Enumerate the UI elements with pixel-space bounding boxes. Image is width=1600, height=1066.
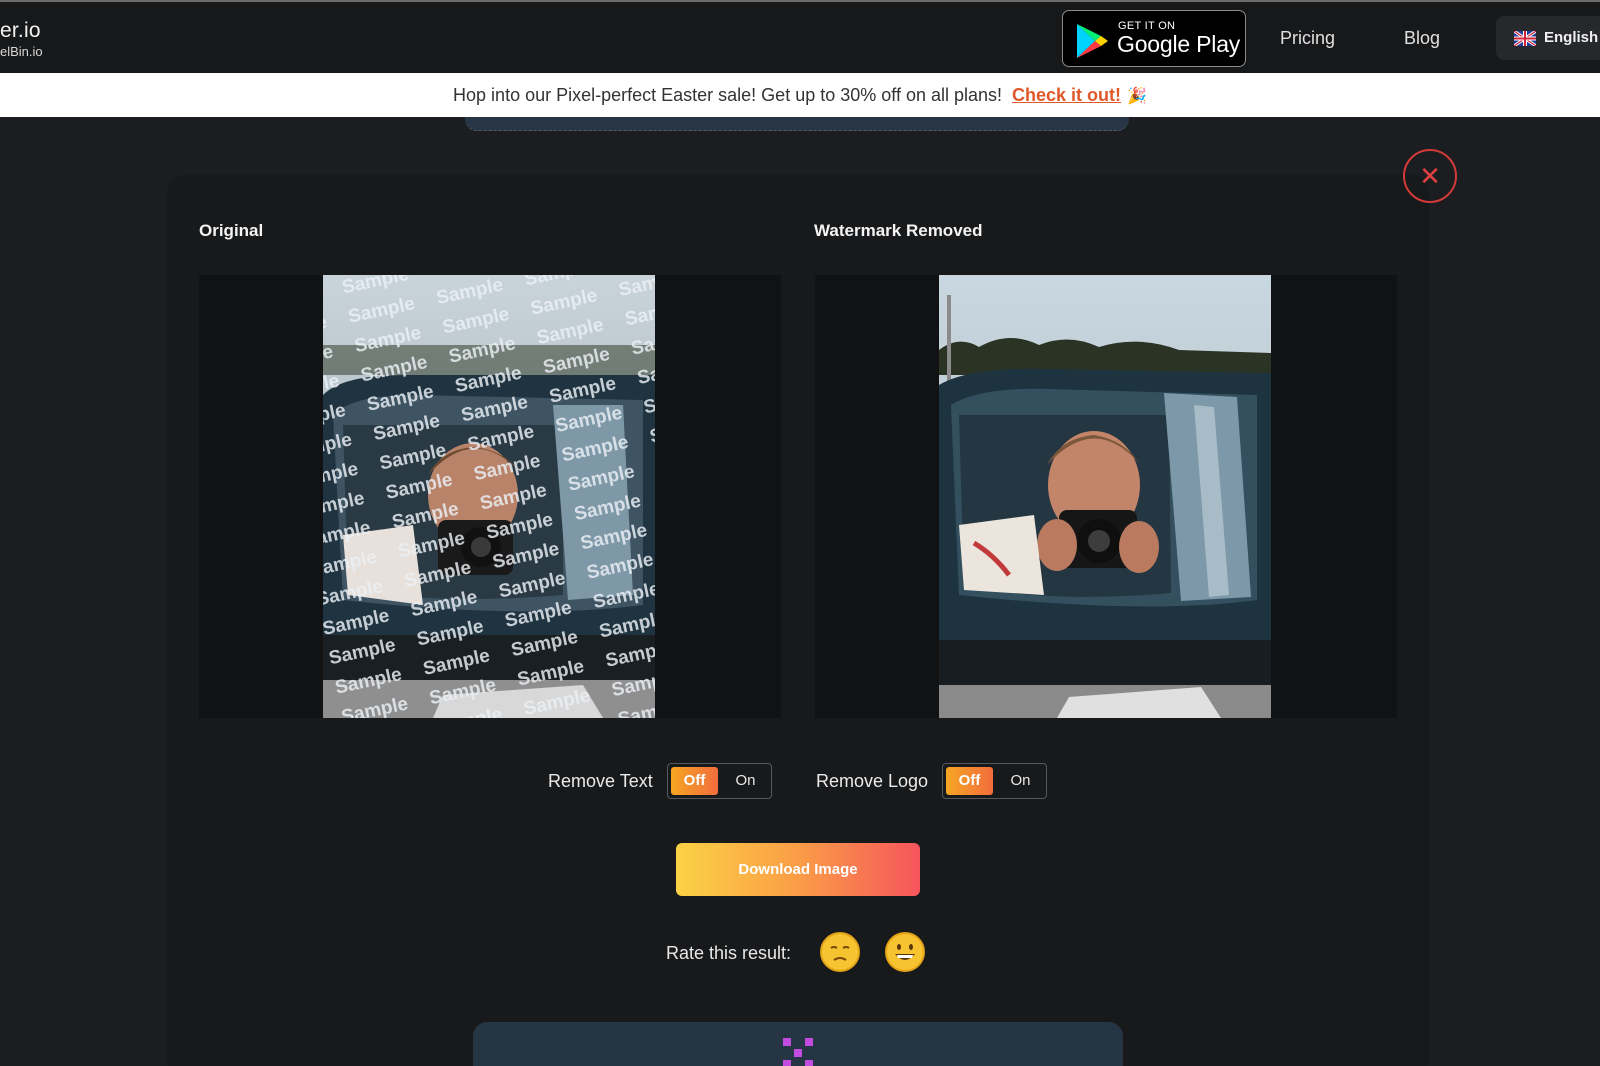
happy-face-icon[interactable] (885, 932, 925, 972)
upload-dropzone-edge (465, 117, 1129, 131)
promo-link[interactable]: Check it out! (1012, 85, 1121, 105)
watermark-word: Sample (616, 275, 655, 301)
uk-flag-icon (1514, 31, 1536, 46)
watermark-removed-title: Watermark Removed (814, 221, 983, 240)
watermark-word: Sample (323, 711, 328, 718)
app-logo-icon (783, 1038, 813, 1066)
remove-text-label: Remove Text (548, 771, 653, 791)
download-image-button[interactable]: Download Image (676, 843, 920, 896)
google-play-label: Google Play (1117, 31, 1241, 57)
result-photo (939, 275, 1271, 718)
party-popper-icon: 🎉 (1127, 88, 1147, 105)
remove-text-toggle[interactable]: Off On (667, 763, 772, 799)
watermark-word: Sample (584, 549, 655, 584)
google-play-icon (1077, 24, 1108, 58)
remove-logo-label: Remove Logo (816, 771, 929, 791)
remove-text-off-option[interactable]: Off (671, 767, 718, 795)
language-selector[interactable]: English (1496, 16, 1600, 60)
site-logo[interactable]: er.io (0, 19, 41, 43)
nav-pricing[interactable]: Pricing (1280, 28, 1335, 49)
nav-blog[interactable]: Blog (1404, 28, 1440, 49)
language-label: English (1544, 29, 1599, 46)
close-button[interactable]: ✕ (1403, 149, 1457, 203)
watermark-word: Sample (597, 607, 655, 643)
result-panel (815, 275, 1397, 718)
watermark-word: Sample (591, 578, 655, 614)
sad-face-icon[interactable] (820, 932, 860, 972)
site-logo-subtitle: elBin.io (0, 44, 43, 59)
remove-logo-off-option[interactable]: Off (946, 767, 993, 795)
promo-banner: Hop into our Pixel-perfect Easter sale! … (0, 73, 1600, 117)
watermark-overlay: Sample Sample Sample Sample Sample Sample Samp… (323, 275, 655, 718)
promo-text: Hop into our Pixel-perfect Easter sale! … (453, 85, 1003, 105)
close-icon: ✕ (1419, 161, 1441, 191)
google-play-badge[interactable]: GET IT ON Google Play (1062, 10, 1246, 67)
rate-result-label: Rate this result: (666, 943, 792, 963)
original-panel: Sample Sample Sample Sample Sample Sample Samp… (199, 275, 781, 718)
remove-logo-on-option[interactable]: On (997, 767, 1044, 795)
watermark-word: Sample (521, 685, 593, 718)
site-header: er.io elBin.io GET IT ON Google Play Pri… (0, 2, 1600, 73)
remove-logo-toggle[interactable]: Off On (942, 763, 1047, 799)
result-image (939, 275, 1271, 718)
remove-text-on-option[interactable]: On (722, 767, 769, 795)
original-image: Sample Sample Sample Sample Sample Sample Samp… (323, 275, 655, 718)
original-title: Original (199, 221, 264, 240)
promo-card (473, 1022, 1123, 1066)
